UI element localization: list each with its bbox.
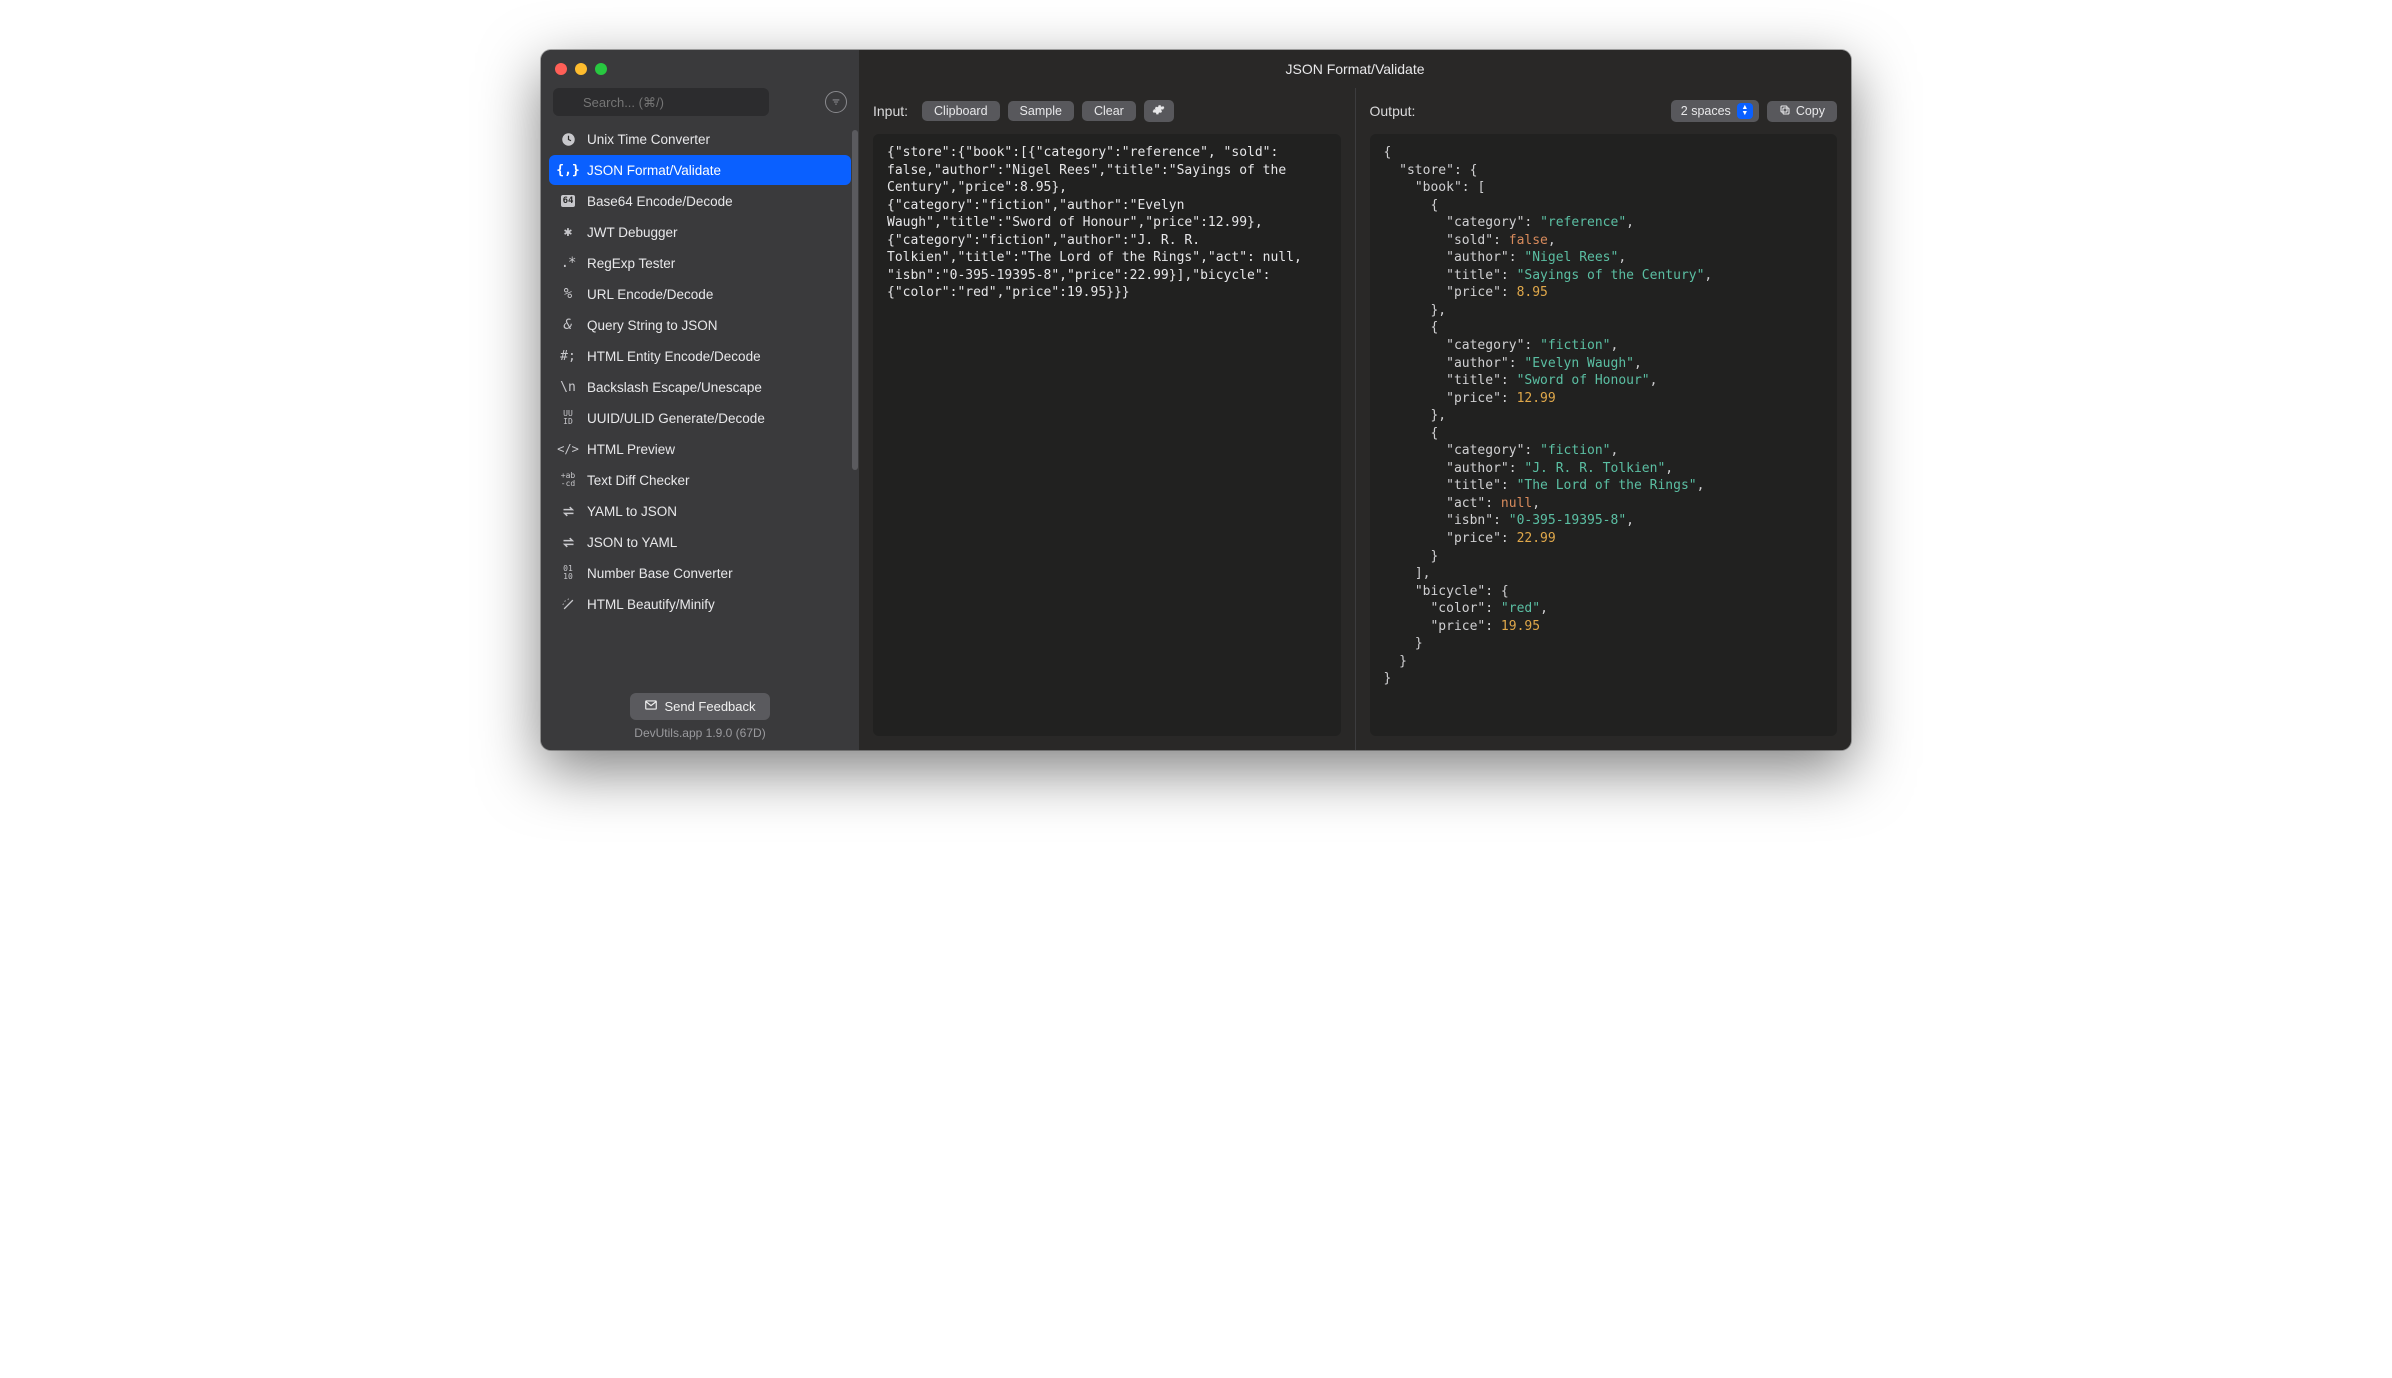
jwt-icon: ✱ (559, 223, 577, 241)
sidebar-item-label: JSON Format/Validate (587, 163, 721, 178)
sample-button[interactable]: Sample (1008, 101, 1074, 121)
clear-button[interactable]: Clear (1082, 101, 1136, 121)
sidebar-item-label: HTML Preview (587, 442, 675, 457)
swap-icon (559, 533, 577, 551)
hash-icon: #; (559, 347, 577, 365)
copy-icon (1779, 104, 1791, 119)
diff-icon: +ab-cd (559, 471, 577, 489)
output-header: Output: 2 spaces ▲▼ Copy (1370, 98, 1838, 124)
close-window-button[interactable] (555, 63, 567, 75)
sidebar-item-label: URL Encode/Decode (587, 287, 713, 302)
input-textarea[interactable]: {"store":{"book":[{"category":"reference… (873, 134, 1341, 736)
app-window: Unix Time Converter {,} JSON Format/Valida… (541, 50, 1851, 750)
output-label: Output: (1370, 103, 1416, 119)
sidebar-item-jwt-debugger[interactable]: ✱ JWT Debugger (549, 217, 851, 247)
braces-icon: {,} (559, 161, 577, 179)
sidebar-item-label: YAML to JSON (587, 504, 677, 519)
indent-select[interactable]: 2 spaces ▲▼ (1671, 100, 1759, 122)
search-input[interactable] (553, 88, 769, 116)
sidebar-item-html-beautify-minify[interactable]: HTML Beautify/Minify (549, 589, 851, 619)
send-feedback-label: Send Feedback (664, 699, 755, 714)
sidebar-item-url-encode-decode[interactable]: % URL Encode/Decode (549, 279, 851, 309)
traffic-lights (555, 63, 607, 75)
minimize-window-button[interactable] (575, 63, 587, 75)
input-header: Input: Clipboard Sample Clear (873, 98, 1341, 124)
main: JSON Format/Validate Input: Clipboard Sa… (859, 50, 1851, 750)
sidebar-item-regexp-tester[interactable]: .* RegExp Tester (549, 248, 851, 278)
input-panel: Input: Clipboard Sample Clear {"store":{… (859, 88, 1356, 750)
filter-button[interactable] (825, 91, 847, 113)
bits-icon: 0110 (559, 564, 577, 582)
sidebar-item-label: Backslash Escape/Unescape (587, 380, 762, 395)
settings-button[interactable] (1144, 100, 1174, 122)
percent-icon: % (559, 285, 577, 303)
sidebar-item-backslash-escape-unescape[interactable]: \n Backslash Escape/Unescape (549, 372, 851, 402)
send-feedback-button[interactable]: Send Feedback (630, 693, 769, 720)
clock-icon (559, 130, 577, 148)
zoom-window-button[interactable] (595, 63, 607, 75)
sidebar: Unix Time Converter {,} JSON Format/Valida… (541, 50, 859, 750)
sidebar-item-unix-time-converter[interactable]: Unix Time Converter (549, 124, 851, 154)
chevron-updown-icon: ▲▼ (1737, 103, 1753, 119)
regex-icon: .* (559, 254, 577, 272)
sidebar-scrollbar-thumb[interactable] (852, 130, 858, 470)
titlebar-left (541, 50, 859, 88)
code-icon: </> (559, 440, 577, 458)
sidebar-item-label: JSON to YAML (587, 535, 677, 550)
output-panel: Output: 2 spaces ▲▼ Copy (1356, 88, 1852, 750)
sidebar-item-base64-encode-decode[interactable]: 64 Base64 Encode/Decode (549, 186, 851, 216)
sidebar-item-html-preview[interactable]: </> HTML Preview (549, 434, 851, 464)
swap-icon (559, 502, 577, 520)
tool-list: Unix Time Converter {,} JSON Format/Valida… (541, 124, 859, 683)
sidebar-item-number-base-converter[interactable]: 0110 Number Base Converter (549, 558, 851, 588)
input-label: Input: (873, 103, 908, 119)
sidebar-item-uuid-ulid-generate-decode[interactable]: UUID UUID/ULID Generate/Decode (549, 403, 851, 433)
slash-icon: \n (559, 378, 577, 396)
sidebar-item-html-entity-encode-decode[interactable]: #; HTML Entity Encode/Decode (549, 341, 851, 371)
sidebar-item-label: Number Base Converter (587, 566, 733, 581)
mail-icon (644, 698, 658, 715)
sidebar-item-yaml-to-json[interactable]: YAML to JSON (549, 496, 851, 526)
sidebar-footer: Send Feedback DevUtils.app 1.9.0 (67D) (541, 683, 859, 750)
amp-icon: & (559, 316, 577, 334)
wand-icon (559, 595, 577, 613)
uuid-icon: UUID (559, 409, 577, 427)
sidebar-item-query-string-to-json[interactable]: &Query String to JSON (549, 310, 851, 340)
sidebar-item-json-format-validate[interactable]: {,} JSON Format/Validate (549, 155, 851, 185)
sidebar-item-label: Unix Time Converter (587, 132, 710, 147)
search-row (541, 88, 859, 124)
sidebar-item-label: Base64 Encode/Decode (587, 194, 733, 209)
sidebar-item-label: JWT Debugger (587, 225, 678, 240)
sidebar-scrollbar[interactable] (852, 130, 858, 490)
copy-button[interactable]: Copy (1767, 101, 1837, 122)
sidebar-item-label: HTML Beautify/Minify (587, 597, 715, 612)
sidebar-item-label: RegExp Tester (587, 256, 675, 271)
sidebar-item-label: UUID/ULID Generate/Decode (587, 411, 765, 426)
output-textarea[interactable]: { "store": { "book": [ { "category": "re… (1370, 134, 1838, 736)
gear-icon (1152, 103, 1165, 119)
indent-select-label: 2 spaces (1681, 104, 1731, 118)
b64-icon: 64 (559, 192, 577, 210)
panels: Input: Clipboard Sample Clear {"store":{… (859, 88, 1851, 750)
sidebar-item-text-diff-checker[interactable]: +ab-cd Text Diff Checker (549, 465, 851, 495)
sidebar-item-label: Text Diff Checker (587, 473, 690, 488)
sidebar-item-label: HTML Entity Encode/Decode (587, 349, 761, 364)
window-title: JSON Format/Validate (859, 50, 1851, 88)
sidebar-item-json-to-yaml[interactable]: JSON to YAML (549, 527, 851, 557)
sidebar-item-label: Query String to JSON (587, 318, 718, 333)
copy-label: Copy (1796, 104, 1825, 118)
version-label: DevUtils.app 1.9.0 (67D) (634, 726, 765, 740)
clipboard-button[interactable]: Clipboard (922, 101, 1000, 121)
